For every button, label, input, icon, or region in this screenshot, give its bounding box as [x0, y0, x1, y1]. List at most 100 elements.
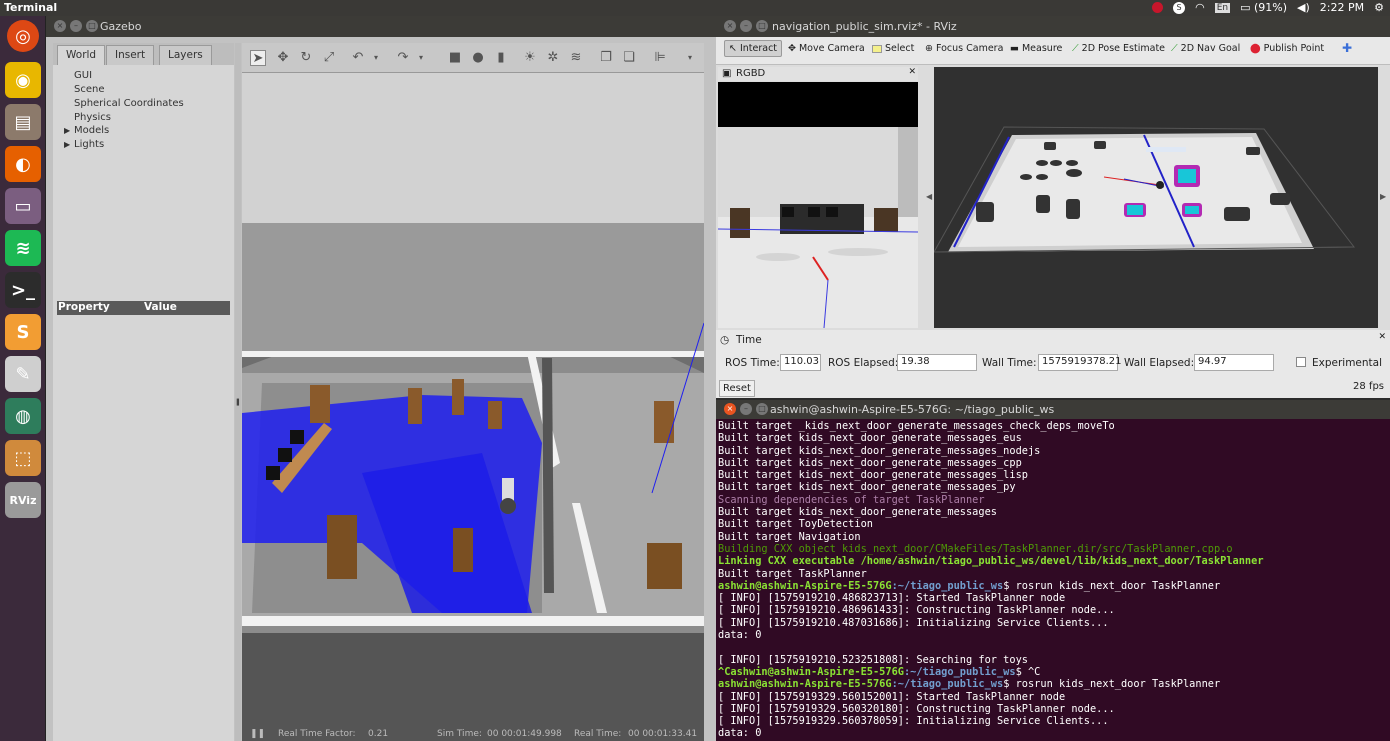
battery-indicator[interactable]: ▭ (91%) [1240, 1, 1287, 14]
terminal-line: Built target kids_next_door_generate_mes… [718, 481, 1016, 494]
paste-icon[interactable]: ❏ [621, 50, 637, 66]
sublime-icon[interactable]: S [5, 314, 41, 350]
pose-estimate-tool[interactable]: ⟋ 2D Pose Estimate [1072, 43, 1165, 54]
close-icon[interactable]: × [54, 20, 66, 32]
terminal-icon[interactable]: >_ [5, 272, 41, 308]
sphere-shape-icon[interactable]: ● [470, 50, 486, 66]
rviz-map [934, 126, 1356, 253]
select-arrow-icon[interactable]: ➤ [250, 50, 266, 66]
close-icon[interactable]: × [724, 403, 736, 415]
reset-button[interactable]: Reset [719, 380, 755, 397]
add-tool-plus-icon[interactable]: ✚ [1342, 41, 1352, 55]
maximize-icon[interactable]: □ [86, 20, 98, 32]
tool-label: Focus Camera [935, 43, 1004, 54]
pause-icon[interactable]: ❚❚ [250, 729, 265, 739]
chevron-down-icon[interactable]: ▾ [682, 50, 698, 66]
expand-arrow-icon[interactable]: ▶ [64, 140, 70, 149]
window-title: Gazebo [100, 20, 142, 33]
rviz-titlebar[interactable]: × – □ navigation_public_sim.rviz* - RViz [716, 16, 1390, 37]
select-tool[interactable]: Select [872, 43, 914, 54]
minimize-icon[interactable]: – [740, 403, 752, 415]
chevron-down-icon[interactable]: ▾ [368, 50, 384, 66]
tree-item-physics[interactable]: Physics [74, 112, 111, 123]
point-light-icon[interactable]: ☀ [522, 50, 538, 66]
wall-elapsed-field[interactable]: 94.97 [1194, 354, 1274, 371]
tab-world[interactable]: World [57, 45, 106, 65]
expand-icon[interactable]: ▣ [722, 68, 731, 79]
tab-layers[interactable]: Layers [159, 45, 212, 65]
publish-point-tool[interactable]: ⬤ Publish Point [1250, 43, 1324, 54]
close-icon[interactable]: ✕ [1378, 332, 1386, 342]
translate-icon[interactable]: ✥ [275, 50, 291, 66]
nav-goal-tool[interactable]: ⟋ 2D Nav Goal [1171, 43, 1240, 54]
keyboard-layout-indicator[interactable]: En [1214, 2, 1231, 13]
crosshair-icon: ⊕ [925, 43, 933, 54]
close-icon[interactable]: × [724, 20, 736, 32]
tab-insert[interactable]: Insert [106, 45, 155, 65]
wifi-icon[interactable]: ◠ [1195, 1, 1205, 14]
chrome-icon[interactable]: ◉ [5, 62, 41, 98]
spot-light-icon[interactable]: ✲ [545, 50, 561, 66]
align-icon[interactable]: ⊫ [652, 50, 668, 66]
files-icon[interactable]: ▤ [5, 104, 41, 140]
rgbd-camera-view[interactable] [718, 82, 918, 328]
spotify-icon[interactable]: ≋ [5, 230, 41, 266]
minimize-icon[interactable]: – [740, 20, 752, 32]
chevron-down-icon[interactable]: ▾ [413, 50, 429, 66]
select-box-icon [872, 44, 882, 53]
tree-item-scene[interactable]: Scene [74, 84, 105, 95]
interact-tool[interactable]: ↖ Interact [724, 40, 783, 57]
tree-item-spherical-coordinates[interactable]: Spherical Coordinates [74, 98, 184, 109]
left-arrow-icon[interactable]: ◀ [926, 192, 932, 201]
scale-icon[interactable]: ⤢ [321, 50, 337, 66]
expand-arrow-icon[interactable]: ▶ [64, 126, 70, 135]
move-camera-tool[interactable]: ✥ Move Camera [788, 43, 865, 54]
tree-item-models[interactable]: Models [74, 125, 109, 136]
globe-icon[interactable]: ◍ [5, 398, 41, 434]
panel-splitter[interactable]: ❚ [235, 43, 241, 741]
drawer-icon[interactable]: ▭ [5, 188, 41, 224]
rviz-icon[interactable]: RViz [5, 482, 41, 518]
ruler-icon: ▬ [1010, 43, 1019, 54]
terminal-output[interactable]: Built target _kids_next_door_generate_me… [716, 419, 1390, 741]
close-icon[interactable]: ✕ [908, 67, 916, 77]
rviz-3d-view[interactable] [934, 67, 1378, 328]
editor-icon[interactable]: ✎ [5, 356, 41, 392]
tree-item-lights[interactable]: Lights [74, 139, 104, 150]
terminal-titlebar[interactable]: × – □ ashwin@ashwin-Aspire-E5-576G: ~/ti… [716, 400, 1390, 419]
undo-icon[interactable]: ↶ [350, 50, 366, 66]
box-icon[interactable]: ⬚ [5, 440, 41, 476]
measure-tool[interactable]: ▬ Measure [1010, 43, 1062, 54]
clock[interactable]: 2:22 PM [1320, 1, 1364, 14]
tree-item-gui[interactable]: GUI [74, 70, 92, 81]
box-shape-icon[interactable]: ■ [447, 50, 463, 66]
right-arrow-icon[interactable]: ▶ [1380, 192, 1386, 201]
maximize-icon[interactable]: □ [756, 403, 768, 415]
focus-camera-tool[interactable]: ⊕ Focus Camera [925, 43, 1003, 54]
gear-icon[interactable]: ⚙ [1374, 1, 1384, 14]
ros-elapsed-label: ROS Elapsed: [828, 357, 899, 369]
experimental-checkbox[interactable] [1296, 357, 1306, 367]
terminal-line: Scanning dependencies of target TaskPlan… [718, 493, 985, 506]
gazebo-titlebar[interactable]: × – □ Gazebo [46, 16, 716, 37]
wall-time-field[interactable]: 1575919378.21 [1038, 354, 1122, 371]
gazebo-3d-viewport[interactable] [242, 73, 704, 741]
maximize-icon[interactable]: □ [756, 20, 768, 32]
cylinder-shape-icon[interactable]: ▮ [493, 50, 509, 66]
skype-icon[interactable]: S [1173, 1, 1186, 14]
copy-icon[interactable]: ❐ [598, 50, 614, 66]
terminal-line: [ INFO] [1575919210.486961433]: Construc… [718, 604, 1115, 617]
redo-icon[interactable]: ↷ [395, 50, 411, 66]
volume-icon[interactable]: ◀) [1297, 1, 1310, 14]
record-indicator-icon[interactable] [1152, 2, 1164, 13]
camera-image [718, 82, 918, 328]
terminal-line: Building CXX object kids_next_door/CMake… [718, 542, 1233, 555]
rotate-icon[interactable]: ↻ [298, 50, 314, 66]
ubuntu-icon[interactable]: ◎ [7, 20, 39, 52]
ros-time-field[interactable]: 110.03 [780, 354, 821, 371]
minimize-icon[interactable]: – [70, 20, 82, 32]
gazebo-tabs: World Insert Layers [53, 43, 234, 65]
ros-elapsed-field[interactable]: 19.38 [897, 354, 977, 371]
directional-light-icon[interactable]: ≋ [568, 50, 584, 66]
firefox-icon[interactable]: ◐ [5, 146, 41, 182]
